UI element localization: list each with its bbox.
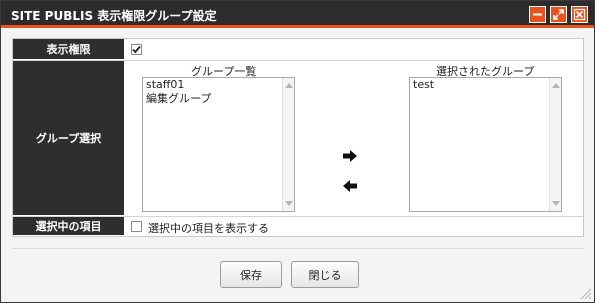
footer-divider	[12, 248, 584, 249]
selected-items-label: 選択中の項目	[13, 217, 124, 236]
settings-form: 表示権限 グループ選択 グループ一覧 staff01 編集グループ 選択されたグ…	[12, 38, 584, 237]
scroll-up-icon[interactable]	[285, 83, 293, 88]
scroll-down-icon[interactable]	[552, 201, 560, 206]
remove-group-button[interactable]	[342, 179, 358, 193]
group-permission-dialog: SITE PUBLIS 表示権限グループ設定 表示権限 グループ選択 グループ一…	[0, 0, 595, 303]
maximize-button[interactable]	[550, 6, 567, 23]
minimize-button[interactable]	[529, 6, 546, 23]
resize-grip-icon[interactable]	[578, 286, 592, 300]
close-button[interactable]	[571, 6, 588, 23]
selected-groups-list[interactable]: test	[409, 77, 562, 212]
add-group-button[interactable]	[342, 149, 358, 163]
list-item[interactable]: 編集グループ	[143, 92, 294, 106]
group-selection-label: グループ選択	[13, 61, 124, 216]
available-groups-list[interactable]: staff01 編集グループ	[142, 77, 295, 212]
list-item[interactable]: staff01	[143, 78, 294, 92]
close-dialog-button[interactable]: 閉じる	[291, 261, 359, 288]
scrollbar[interactable]	[282, 78, 294, 211]
title-bar[interactable]: SITE PUBLIS 表示権限グループ設定	[1, 1, 594, 28]
selected-items-row: 選択中の項目 選択中の項目を表示する	[13, 217, 583, 236]
save-button[interactable]: 保存	[220, 261, 282, 288]
display-permission-checkbox[interactable]	[131, 44, 142, 55]
arrow-left-icon	[343, 180, 357, 192]
checkmark-icon	[132, 45, 141, 54]
show-selected-label[interactable]: 選択中の項目を表示する	[148, 220, 269, 236]
scroll-up-icon[interactable]	[552, 83, 560, 88]
display-permission-row: 表示権限	[13, 39, 583, 61]
list-item[interactable]: test	[410, 78, 561, 92]
show-selected-checkbox[interactable]	[131, 221, 142, 232]
arrow-right-icon	[343, 150, 357, 162]
group-selection-row: グループ選択 グループ一覧 staff01 編集グループ 選択されたグループ t…	[13, 61, 583, 217]
maximize-icon	[553, 9, 564, 20]
scrollbar[interactable]	[549, 78, 561, 211]
scroll-down-icon[interactable]	[285, 201, 293, 206]
window-title: SITE PUBLIS 表示権限グループ設定	[11, 9, 217, 23]
display-permission-label: 表示権限	[13, 39, 124, 60]
minimize-icon	[533, 13, 542, 16]
close-icon	[573, 8, 586, 21]
